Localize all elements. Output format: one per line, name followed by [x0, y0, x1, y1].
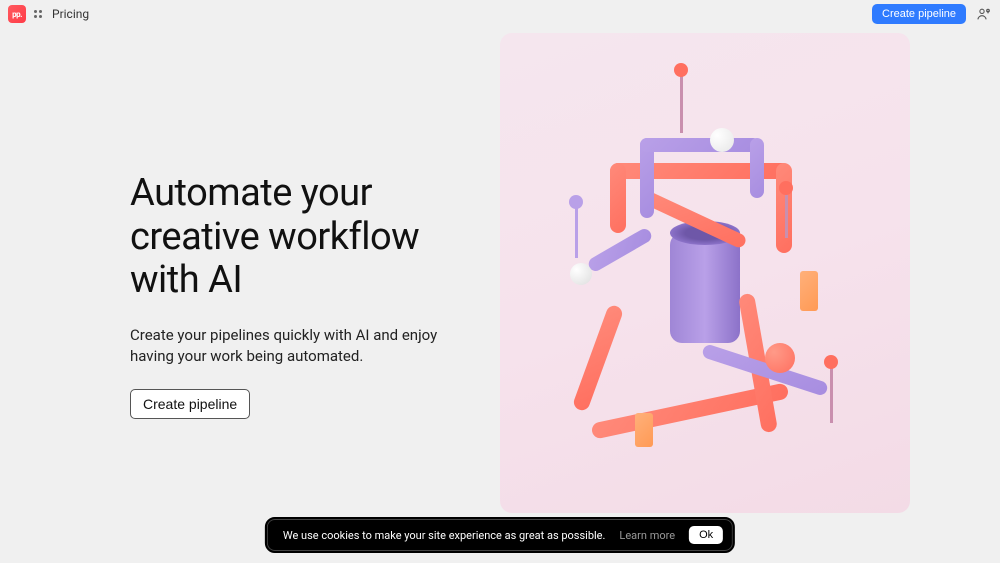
- cookie-banner: We use cookies to make your site experie…: [265, 517, 735, 553]
- logo[interactable]: pp.: [8, 5, 26, 23]
- hero-section: Automate your creative workflow with AI …: [0, 172, 500, 419]
- account-icon[interactable]: [976, 6, 992, 22]
- create-pipeline-header-button[interactable]: Create pipeline: [872, 4, 966, 24]
- header-right: Create pipeline: [872, 4, 992, 24]
- main-content: Automate your creative workflow with AI …: [0, 28, 1000, 563]
- cookie-ok-button[interactable]: Ok: [689, 526, 723, 544]
- create-pipeline-hero-button[interactable]: Create pipeline: [130, 389, 250, 419]
- hero-subtitle: Create your pipelines quickly with AI an…: [130, 325, 460, 367]
- header-bar: pp. Pricing Create pipeline: [0, 0, 1000, 28]
- logo-text: pp.: [12, 10, 22, 19]
- cookie-learn-more-link[interactable]: Learn more: [619, 529, 675, 542]
- hero-illustration: [500, 33, 910, 513]
- pricing-link[interactable]: Pricing: [52, 7, 89, 21]
- hero-title: Automate your creative workflow with AI: [130, 172, 460, 303]
- pipes-3d-illustration: [500, 33, 910, 513]
- apps-grid-icon[interactable]: [34, 10, 42, 18]
- cookie-message: We use cookies to make your site experie…: [283, 529, 606, 542]
